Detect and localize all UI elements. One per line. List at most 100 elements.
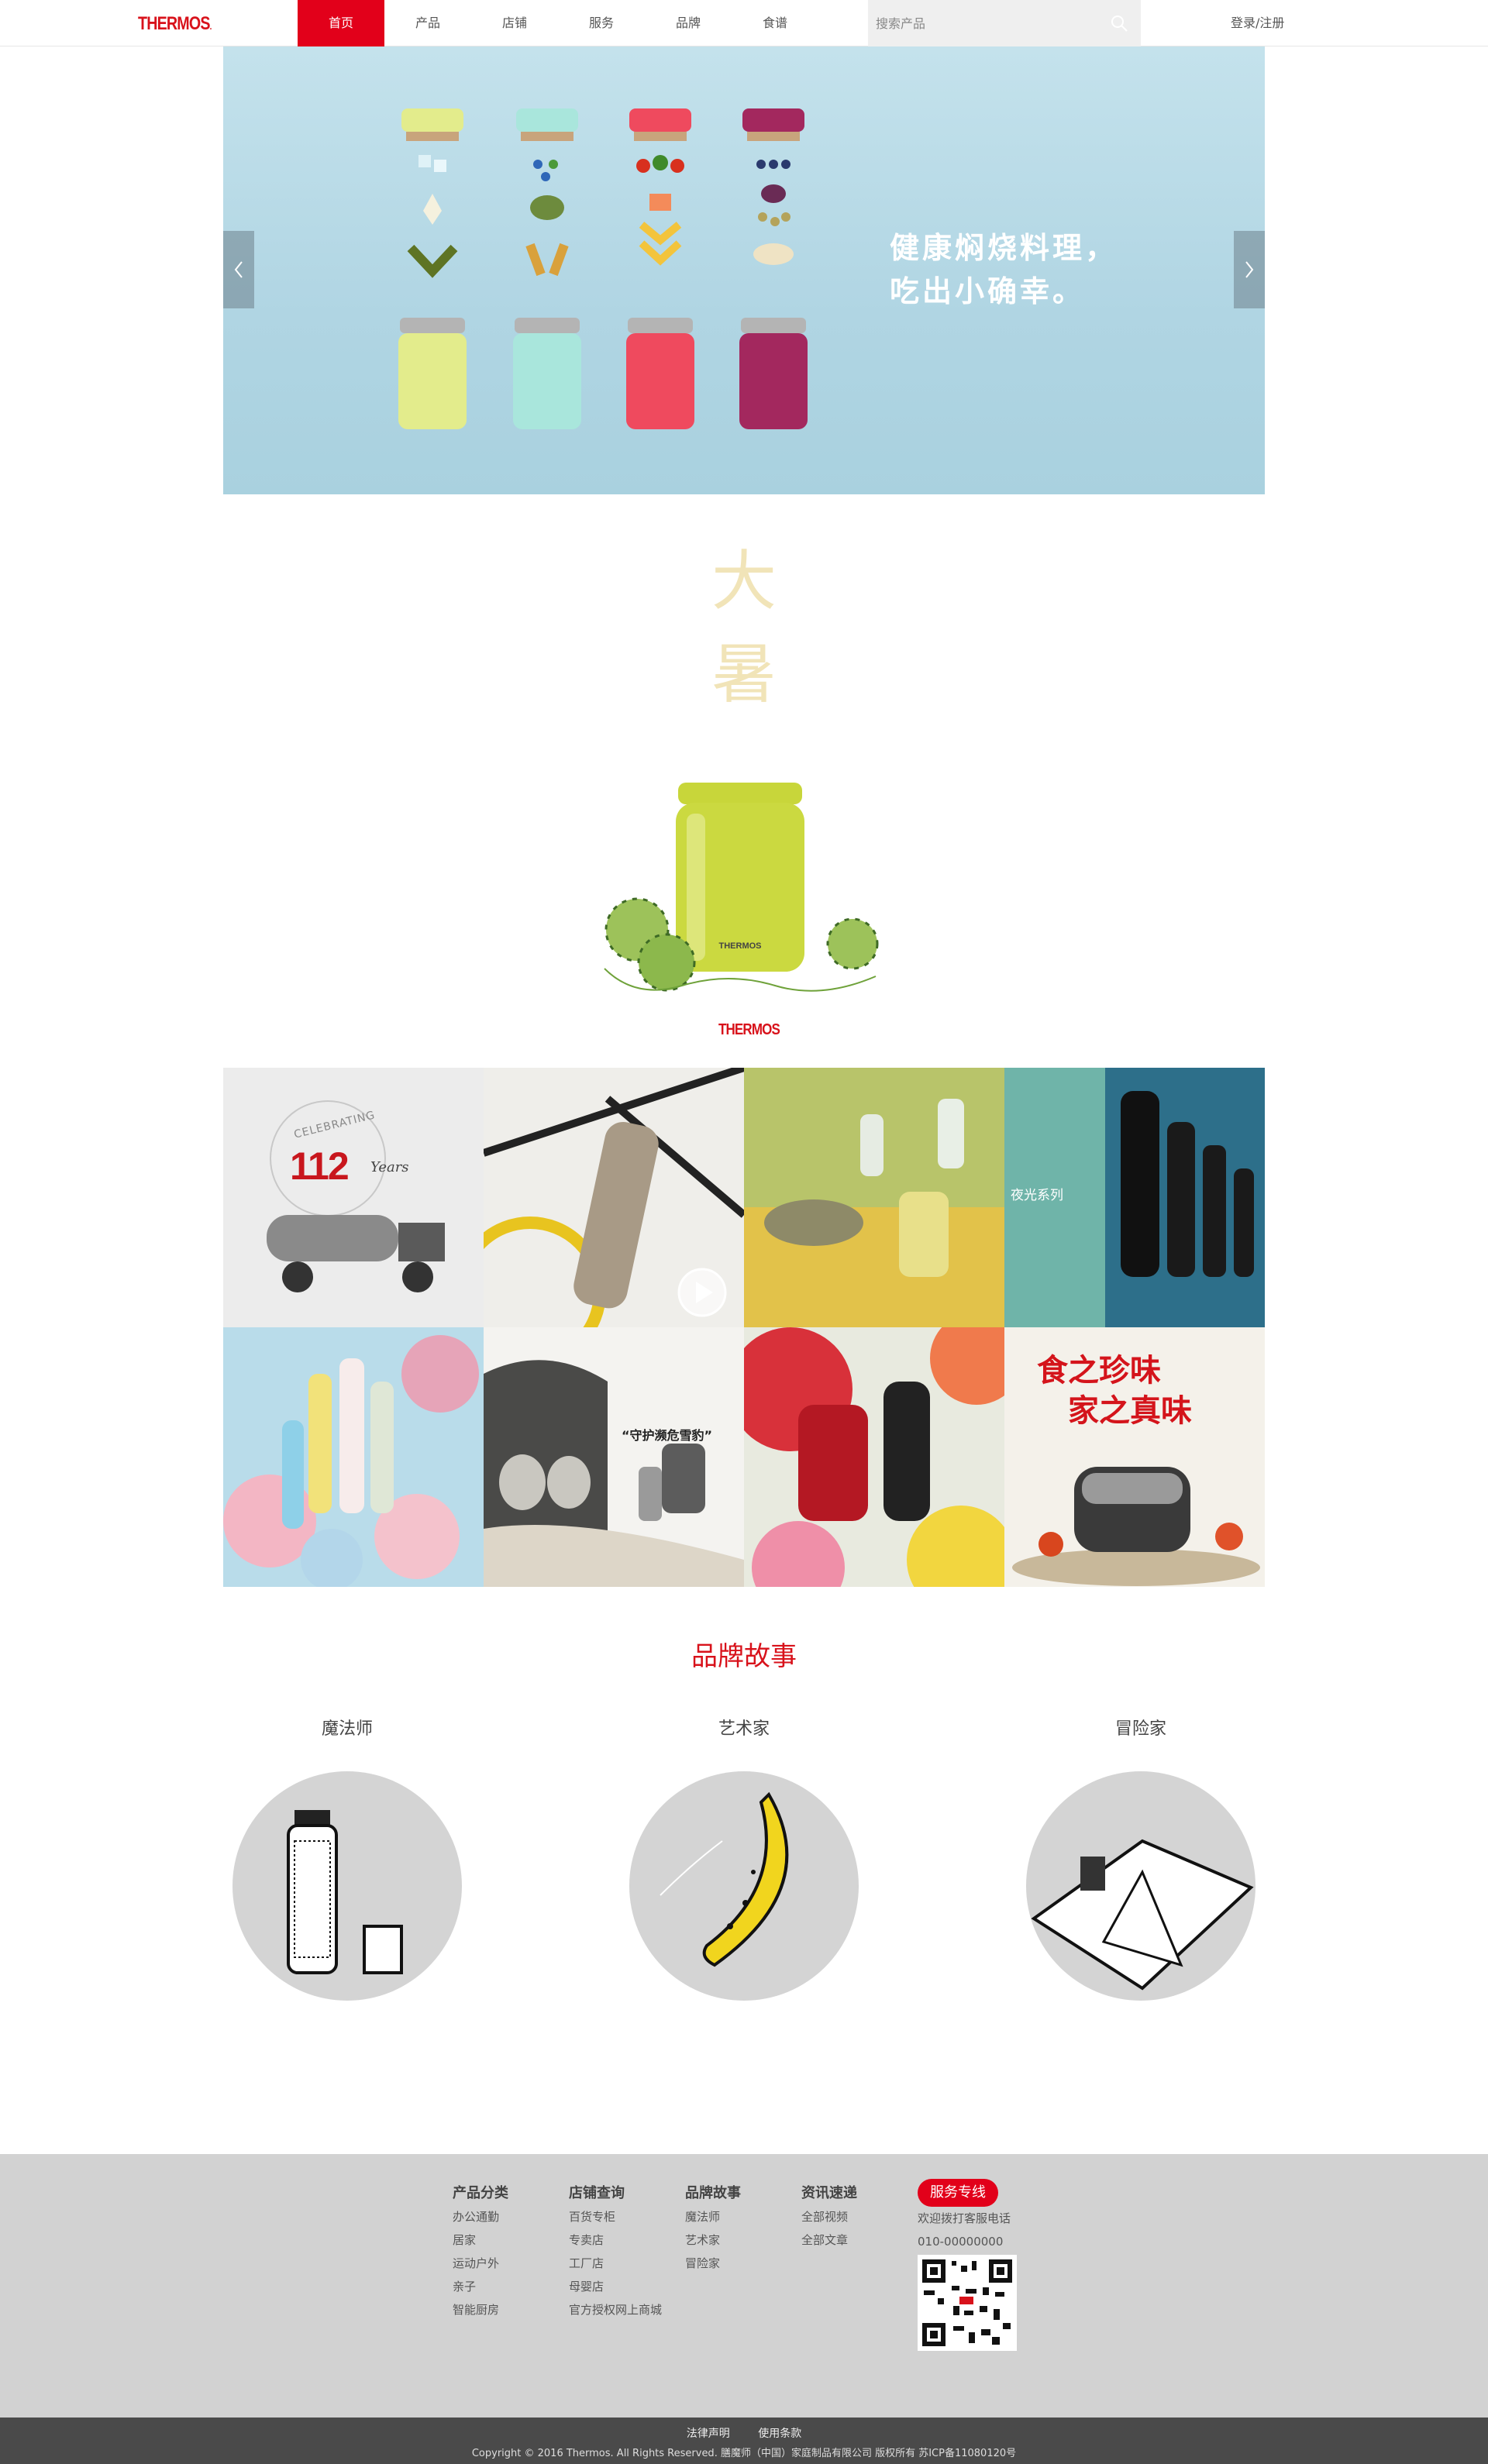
search-icon[interactable] — [1110, 14, 1128, 33]
footer-heading: 资讯速递 — [801, 2185, 857, 2201]
food-jar-purple — [736, 108, 811, 480]
search-box — [868, 0, 1141, 46]
footer-col-brand: 品牌故事 魔法师 艺术家 冒险家 — [685, 2182, 741, 2275]
nav-stores[interactable]: 店铺 — [471, 0, 558, 46]
nav-home[interactable]: 首页 — [298, 0, 384, 46]
legal-notice-link[interactable]: 法律声明 — [687, 2428, 730, 2440]
celebrate-years: Years — [370, 1159, 409, 1175]
calligraphy-char-1: 大 — [711, 543, 777, 619]
food-jar-mint — [510, 108, 584, 480]
story-adventurer: 冒险家 — [1025, 1714, 1257, 2001]
food-jar-lime — [395, 108, 470, 480]
hotline-text: 欢迎拨打客服电话 — [918, 2211, 1011, 2225]
footer-heading: 产品分类 — [453, 2185, 508, 2201]
login-register-link[interactable]: 登录/注册 — [1231, 0, 1284, 46]
story-magician-label[interactable]: 魔法师 — [231, 1714, 463, 1745]
rice-cooker-illustration — [1012, 1467, 1260, 1586]
footer-link[interactable]: 全部视频 — [801, 2205, 857, 2228]
nav-recipes[interactable]: 食谱 — [732, 0, 818, 46]
footer-link[interactable]: 艺术家 — [685, 2228, 741, 2252]
main-nav: 首页 产品 店铺 服务 品牌 食谱 — [298, 0, 818, 46]
footer-link[interactable]: 专卖店 — [569, 2228, 662, 2252]
summer-promo[interactable]: 大 暑 THERMOS THERMOS — [542, 535, 946, 1046]
story-adventurer-label[interactable]: 冒险家 — [1025, 1714, 1257, 1745]
night-series-label: 夜光系列 — [1011, 1188, 1063, 1203]
top-header: THERMOS. 首页 产品 店铺 服务 品牌 食谱 登录/注册 — [0, 0, 1488, 46]
delicacy-line1: 食之珍味 — [1037, 1352, 1161, 1389]
footer-heading: 品牌故事 — [685, 2185, 741, 2201]
snow-leopard-caption: “守护濒危雪豹” — [622, 1428, 713, 1443]
nav-products[interactable]: 产品 — [384, 0, 471, 46]
floral-bottles-illustration — [223, 1335, 479, 1587]
footer-col-hotline: 服务专线 欢迎拨打客服电话 010-00000000 — [918, 2179, 1017, 2351]
story-magician-image[interactable] — [232, 1771, 462, 2001]
search-input[interactable] — [868, 0, 1093, 46]
bottom-bar: 法律声明 使用条款 Copyright © 2016 Thermos. All … — [0, 2418, 1488, 2464]
qr-code-icon — [922, 2259, 1012, 2346]
footer-heading: 店铺查询 — [569, 2185, 625, 2201]
tile-snow-leopard[interactable]: “守护濒危雪豹” — [484, 1327, 744, 1587]
hero-prev-button[interactable] — [223, 231, 254, 308]
story-artist: 艺术家 — [628, 1714, 860, 2001]
nav-service[interactable]: 服务 — [558, 0, 645, 46]
footer-link[interactable]: 母婴店 — [569, 2275, 662, 2298]
qr-code — [918, 2255, 1017, 2351]
svg-text:THERMOS: THERMOS — [719, 941, 762, 951]
hero-next-button[interactable] — [1234, 231, 1265, 308]
hero-banner[interactable]: 健康焖烧料理， 吃出小确幸。 — [223, 46, 1265, 494]
story-artist-image[interactable] — [629, 1771, 859, 2001]
delicacy-slogan: 食之珍味 家之真味 — [1037, 1351, 1192, 1431]
footer-link[interactable]: 亲子 — [453, 2275, 508, 2298]
footer-link[interactable]: 运动户外 — [453, 2252, 508, 2275]
picnic-jars-illustration — [744, 1068, 1004, 1327]
vacuum-flask-icon — [287, 1810, 403, 1974]
nav-brand[interactable]: 品牌 — [645, 0, 732, 46]
footer-link[interactable]: 工厂店 — [569, 2252, 662, 2275]
tile-bicycle-bottle[interactable] — [484, 1068, 744, 1327]
terms-of-use-link[interactable]: 使用条款 — [758, 2428, 801, 2440]
footer-link[interactable]: 居家 — [453, 2228, 508, 2252]
chevron-left-icon — [234, 261, 243, 278]
tile-floral-bottles[interactable] — [223, 1327, 484, 1587]
footer-link[interactable]: 魔法师 — [685, 2205, 741, 2228]
tile-picnic-jars[interactable] — [744, 1068, 1004, 1327]
tile-rice-cooker[interactable]: 食之珍味 家之真味 — [1004, 1327, 1265, 1587]
footer-link[interactable]: 办公通勤 — [453, 2205, 508, 2228]
hotline-number: 010-00000000 — [918, 2235, 1004, 2249]
footer-link[interactable]: 智能厨房 — [453, 2298, 508, 2321]
story-artist-label[interactable]: 艺术家 — [628, 1714, 860, 1745]
tile-night-series[interactable]: 夜光系列 — [1004, 1068, 1265, 1327]
footer-col-news: 资讯速递 全部视频 全部文章 — [801, 2182, 857, 2252]
brand-story-title: 品牌故事 — [691, 1641, 797, 1672]
thermos-logo[interactable]: THERMOS. — [138, 13, 212, 35]
footer-col-stores: 店铺查询 百货专柜 专卖店 工厂店 母婴店 官方授权网上商城 — [569, 2182, 662, 2321]
logo-text: THERMOS — [138, 13, 210, 34]
service-hotline-button[interactable]: 服务专线 — [918, 2179, 998, 2207]
tent-icon — [1031, 1839, 1254, 1991]
snow-leopard-illustration — [484, 1360, 744, 1587]
hero-slogan-line1: 健康焖烧料理， — [890, 231, 1118, 265]
site-footer: 产品分类 办公通勤 居家 运动户外 亲子 智能厨房 店铺查询 百货专柜 专卖店 … — [0, 2154, 1488, 2418]
footer-link[interactable]: 冒险家 — [685, 2252, 741, 2275]
feature-grid: CELEBRATING 112 Years 夜光系列 “守护濒危雪豹” 食之珍味… — [223, 1068, 1265, 1587]
banana-icon — [660, 1791, 789, 1967]
footer-link[interactable]: 全部文章 — [801, 2228, 857, 2252]
footer-link[interactable]: 百货专柜 — [569, 2205, 662, 2228]
food-jar-red — [623, 108, 698, 480]
red-bottles-illustration — [744, 1327, 1004, 1587]
calligraphy-text: 大 暑 — [705, 535, 783, 721]
tile-red-bottles[interactable] — [744, 1327, 1004, 1587]
footer-link[interactable]: 官方授权网上商城 — [569, 2298, 662, 2321]
copyright-text: Copyright © 2016 Thermos. All Rights Res… — [471, 2448, 1017, 2459]
tile-celebrating[interactable]: CELEBRATING 112 Years — [223, 1068, 484, 1327]
delicacy-line2: 家之真味 — [1068, 1392, 1192, 1429]
promo-thermos-logo: THERMOS — [718, 1021, 780, 1038]
story-adventurer-image[interactable] — [1026, 1771, 1256, 2001]
calligraphy-char-2: 暑 — [711, 636, 777, 712]
watermelon-jar-illustration: THERMOS — [604, 783, 879, 992]
celebrate-number: 112 — [290, 1144, 350, 1188]
legal-links: 法律声明 使用条款 — [0, 2425, 1488, 2441]
bicycle-bottle-illustration — [484, 1068, 744, 1327]
hero-slogan-line2: 吃出小确幸。 — [890, 274, 1086, 308]
footer-col-products: 产品分类 办公通勤 居家 运动户外 亲子 智能厨房 — [453, 2182, 508, 2321]
